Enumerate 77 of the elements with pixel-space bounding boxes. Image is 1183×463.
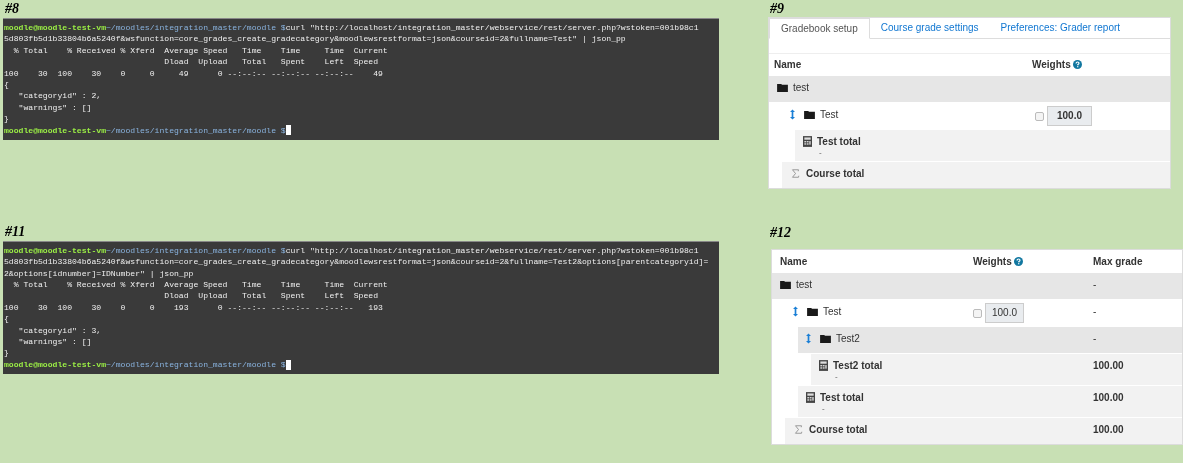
item-name: Course total xyxy=(809,423,868,435)
item-name: Test2 total xyxy=(833,359,883,371)
prompt-path: ~/moodles/integration_master/moodle $ xyxy=(106,23,286,32)
help-icon[interactable] xyxy=(1013,257,1023,266)
weight-field[interactable]: 100.0 xyxy=(1047,106,1093,126)
screenshot-label: #12 xyxy=(769,225,792,241)
output-line: Dload Upload Total Spent Left Speed xyxy=(163,291,378,301)
item-name: Test2 xyxy=(836,332,860,344)
max-grade: 100.00 xyxy=(1093,391,1124,403)
output-line: % Total % Received % Xferd Average Speed Time Time Time Current xyxy=(12,280,388,290)
column-header: Weights xyxy=(973,256,1012,267)
folder-icon xyxy=(820,333,831,343)
max-grade: 100.00 xyxy=(1093,359,1124,371)
max-grade: - xyxy=(1093,305,1097,317)
output-line: 5d803fb5d1b33804b6a5240f&wsfunction=core_grades_create_gradecategory&moodlewsrestformat=json&courseid=2&fullname=Test2&options[parentcategoryid]= xyxy=(4,257,709,267)
item-name: test xyxy=(793,81,810,93)
item-note: - xyxy=(818,148,823,158)
sigma-icon xyxy=(790,168,801,178)
output-line: { xyxy=(4,314,9,324)
command-text: curl "http://localhost/integration_master/webservice/rest/server.php?wstoken=001b98c1 xyxy=(285,245,699,255)
max-grade: 100.00 xyxy=(1093,423,1124,435)
output-line: } xyxy=(4,114,9,124)
item-note: - xyxy=(821,404,826,414)
max-grade: - xyxy=(1093,278,1097,290)
output-line: } xyxy=(4,348,9,358)
override-checkbox[interactable] xyxy=(1035,111,1044,121)
output-line: % Total % Received % Xferd Average Speed Time Time Time Current xyxy=(12,45,388,55)
calculator-icon xyxy=(806,391,815,403)
output-line: 100 30 100 30 0 0 193 0 --:--:-- --:--:-- --:--:-- 193 xyxy=(4,302,383,312)
output-line: "categoryid" : 3, xyxy=(17,325,102,335)
output-line: Dload Upload Total Spent Left Speed xyxy=(163,57,378,67)
item-name: Test total xyxy=(820,391,864,403)
calculator-icon xyxy=(803,135,812,147)
item-name: Test xyxy=(823,305,842,317)
output-line: "warnings" : [] xyxy=(17,337,92,347)
column-header: Max grade xyxy=(1093,256,1143,267)
help-icon[interactable] xyxy=(1072,60,1082,69)
prompt-user: moodle@moodle-test-vm xyxy=(4,359,106,369)
prompt-user: moodle@moodle-test-vm xyxy=(4,245,106,255)
tab[interactable]: Preferences: Grader report xyxy=(989,18,1132,38)
folder-icon xyxy=(780,279,791,289)
tab[interactable]: Course grade settings xyxy=(869,18,990,38)
screenshot-label: #8 xyxy=(4,1,20,17)
prompt-path: ~/moodles/integration_master/moodle $ xyxy=(106,359,286,369)
output-line: { xyxy=(4,79,9,89)
move-icon[interactable] xyxy=(790,108,795,120)
tab[interactable]: Gradebook setup xyxy=(769,18,870,39)
prompt-path: ~/moodles/integration_master/moodle $ xyxy=(106,125,286,135)
move-icon[interactable] xyxy=(806,332,811,344)
output-line: 5d803fb5d1b33804b6a5240f&wsfunction=core_grades_create_gradecategory&moodlewsrestformat=json&courseid=2&fullname=Test" | json_pp xyxy=(4,34,626,44)
folder-icon xyxy=(807,306,818,316)
folder-icon xyxy=(804,109,815,119)
prompt-user: moodle@moodle-test-vm xyxy=(4,23,106,32)
calculator-icon xyxy=(819,359,828,371)
item-name: Course total xyxy=(806,167,865,179)
column-header: Name xyxy=(774,59,802,70)
prompt-user: moodle@moodle-test-vm xyxy=(4,125,106,135)
max-grade: - xyxy=(1093,332,1097,344)
prompt-path: ~/moodles/integration_master/moodle $ xyxy=(106,245,286,255)
override-checkbox[interactable] xyxy=(973,308,982,318)
command-text: curl "http://localhost/integration_master/webservice/rest/server.php?wstoken=001b98c1 xyxy=(285,23,699,32)
screenshot-label: #11 xyxy=(4,223,27,240)
weight-field[interactable]: 100.0 xyxy=(985,303,1025,323)
output-line: "warnings" : [] xyxy=(17,102,92,112)
item-note: - xyxy=(834,372,839,382)
item-name: test xyxy=(796,278,813,290)
folder-icon xyxy=(777,82,788,92)
output-line: 100 30 100 30 0 0 49 0 --:--:-- --:--:-- --:--:-- 49 xyxy=(4,68,383,78)
output-line: 2&options[idnumber]=IDNumber" | json_pp xyxy=(4,268,194,278)
item-name: Test total xyxy=(817,135,861,147)
screenshot-label: #9 xyxy=(769,1,785,17)
output-line: "categoryid" : 2, xyxy=(17,91,102,101)
item-name: Test xyxy=(820,108,839,120)
column-header: Weights xyxy=(1032,59,1071,70)
column-header: Name xyxy=(780,256,808,267)
move-icon[interactable] xyxy=(793,305,798,317)
sigma-icon xyxy=(793,424,804,434)
